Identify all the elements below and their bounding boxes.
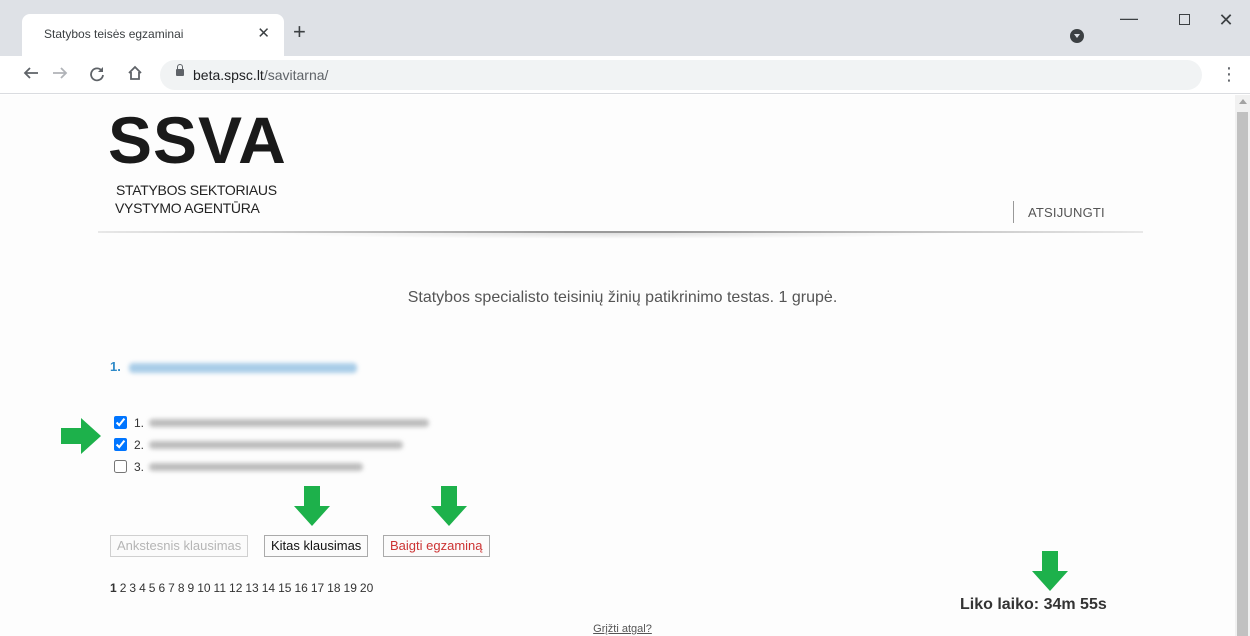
new-tab-button[interactable]: +: [293, 21, 306, 43]
kebab-menu-icon[interactable]: ⋮: [1220, 64, 1238, 84]
page-link[interactable]: 20: [360, 581, 373, 595]
lock-icon: [176, 64, 184, 76]
arrow-right-icon: [53, 67, 68, 79]
page-link[interactable]: 3: [129, 581, 136, 595]
tab-close-icon[interactable]: ✕: [257, 24, 270, 42]
answer-checkbox[interactable]: [114, 416, 127, 429]
tab-title: Statybos teisės egzaminai: [44, 27, 184, 41]
page-link[interactable]: 17: [311, 581, 324, 595]
page-link[interactable]: 8: [178, 581, 185, 595]
scrollbar-thumb[interactable]: [1237, 112, 1248, 636]
home-icon: [128, 65, 142, 80]
next-question-button[interactable]: Kitas klausimas: [264, 535, 369, 557]
question-title: 1.: [110, 359, 357, 374]
logo-subtitle-2: VYSTYMO AGENTŪRA: [115, 200, 260, 216]
logo-subtitle-1: STATYBOS SEKTORIAUS: [116, 182, 277, 198]
window-maximize-button[interactable]: [1174, 12, 1194, 29]
green-arrow-icon: [1032, 551, 1068, 591]
previous-question-button[interactable]: Ankstesnis klausimas: [110, 535, 249, 557]
browser-tab[interactable]: Statybos teisės egzaminai ✕: [22, 14, 284, 56]
logout-link[interactable]: ATSIJUNGTI: [1028, 205, 1105, 220]
test-title: Statybos specialisto teisinių žinių pati…: [407, 289, 838, 306]
profile-icon[interactable]: [1070, 29, 1084, 43]
page-link[interactable]: 19: [344, 581, 357, 595]
forward-button[interactable]: [49, 62, 71, 86]
page-current[interactable]: 1: [110, 581, 117, 595]
reload-button[interactable]: [86, 63, 108, 87]
page-link[interactable]: 10: [197, 581, 210, 595]
scrollbar[interactable]: [1235, 95, 1250, 636]
answer-number: 2.: [134, 438, 145, 452]
answer-text-blurred: [149, 463, 363, 471]
header-separator: [1013, 201, 1014, 223]
time-remaining: Liko laiko: 34m 55s: [960, 596, 1107, 613]
browser-tab-bar: Statybos teisės egzaminai ✕ + — ✕: [0, 0, 1250, 56]
page-link[interactable]: 14: [262, 581, 275, 595]
green-arrow-icon: [294, 486, 330, 526]
page-content: SSVA STATYBOS SEKTORIAUS VYSTYMO AGENTŪR…: [0, 95, 1235, 636]
answer-text-blurred: [149, 441, 403, 449]
window-close-button[interactable]: ✕: [1216, 10, 1236, 31]
question-pagination: 1 2 3 4 5 6 7 8 9 10 11 12 13 14 15 16 17 18 19 20: [110, 581, 376, 595]
scroll-up-icon[interactable]: [1239, 99, 1247, 104]
page-link[interactable]: 9: [188, 581, 195, 595]
go-back-link[interactable]: Grįžti atgal?: [0, 623, 1245, 635]
page-link[interactable]: 2: [120, 581, 127, 595]
url-text: beta.spsc.lt/savitarna/: [193, 67, 329, 83]
finish-exam-button[interactable]: Baigti egzaminą: [383, 535, 490, 557]
page-link[interactable]: 6: [158, 581, 165, 595]
answer-number: 1.: [134, 416, 145, 430]
answer-checkbox[interactable]: [114, 438, 127, 451]
answer-number: 3.: [134, 460, 145, 474]
browser-toolbar: beta.spsc.lt/savitarna/ ⋮: [0, 56, 1250, 94]
page-link[interactable]: 16: [294, 581, 307, 595]
page-link[interactable]: 12: [229, 581, 242, 595]
page-link[interactable]: 15: [278, 581, 291, 595]
question-text-blurred: [128, 362, 357, 373]
address-bar[interactable]: beta.spsc.lt/savitarna/: [160, 60, 1202, 90]
arrow-left-icon: [23, 67, 38, 79]
answer-checkbox[interactable]: [114, 460, 127, 473]
question-number: 1.: [110, 359, 121, 374]
page-link[interactable]: 7: [168, 581, 175, 595]
green-arrow-icon: [431, 486, 467, 526]
reload-icon: [90, 67, 104, 82]
answer-text-blurred: [149, 419, 429, 427]
home-button[interactable]: [124, 62, 146, 86]
page-link[interactable]: 18: [327, 581, 340, 595]
maximize-icon: [1178, 14, 1190, 25]
page-link[interactable]: 13: [245, 581, 258, 595]
page-link[interactable]: 5: [149, 581, 156, 595]
logo: SSVA: [108, 103, 287, 177]
window-minimize-button[interactable]: —: [1119, 8, 1139, 29]
back-button[interactable]: [20, 62, 42, 86]
green-arrow-icon: [61, 418, 101, 454]
page-link[interactable]: 11: [214, 581, 226, 595]
header-shadow: [260, 233, 960, 239]
page-link[interactable]: 4: [139, 581, 146, 595]
